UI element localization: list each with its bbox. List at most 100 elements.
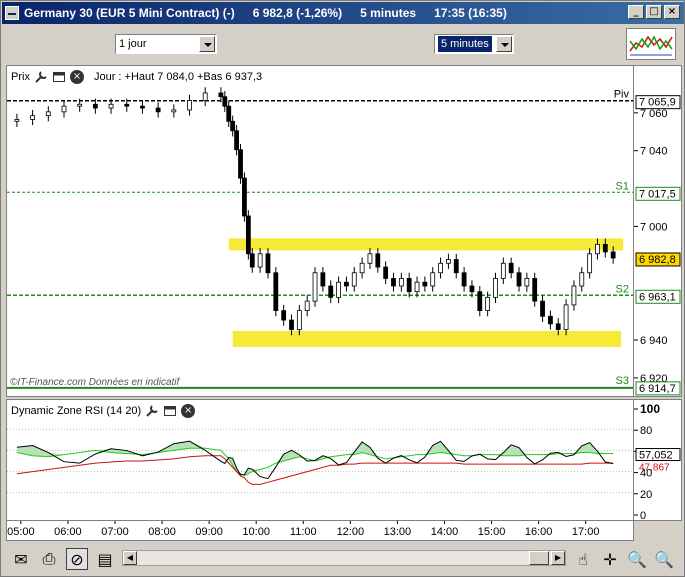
- candle-body: [265, 253, 271, 274]
- maximize-button[interactable]: □: [646, 5, 662, 19]
- candle-body: [61, 105, 67, 113]
- candle-body: [547, 315, 553, 325]
- price-tick-label: 7 060: [640, 108, 668, 120]
- candle-body: [296, 310, 302, 330]
- bottom-toolbar: ✉ ⎙ ⊘ ▤ ◀ ▶ ☝ ✛ 🔍 🔍: [2, 543, 684, 576]
- time-tick-label: 11:00: [290, 526, 317, 538]
- zoom-out-icon[interactable]: 🔍: [626, 548, 648, 570]
- price-panel-info: Jour : +Haut 7 084,0 +Bas 6 937,3: [93, 71, 263, 83]
- chevron-down-icon[interactable]: [199, 36, 215, 52]
- candle-body: [230, 120, 236, 132]
- pivot-value: 7 065,9: [639, 97, 676, 109]
- candle-body: [461, 272, 467, 287]
- chart-scrollbar[interactable]: ◀ ▶: [122, 550, 566, 566]
- time-tick-label: 16:00: [525, 526, 553, 538]
- candle-body: [367, 253, 373, 264]
- window-icon[interactable]: [163, 404, 177, 418]
- candle-body: [108, 103, 114, 109]
- candle-body: [187, 100, 192, 111]
- rsi-green-value: 57,052: [639, 450, 673, 462]
- candle-body: [155, 107, 161, 113]
- candle-body: [320, 272, 326, 287]
- title-instrument: Germany 30 (EUR 5 Mini Contract) (-): [24, 6, 235, 20]
- highlight-zone-upper: [228, 238, 624, 251]
- candle-body: [202, 92, 208, 101]
- reset-icon[interactable]: ⊘: [66, 548, 88, 570]
- indicators-button[interactable]: [626, 28, 676, 60]
- candle-body: [469, 285, 475, 293]
- timeframe-select[interactable]: 5 minutes: [434, 34, 514, 54]
- s1-value: 7 017,5: [639, 188, 676, 200]
- scroll-thumb[interactable]: [529, 551, 549, 565]
- window-icon[interactable]: [52, 70, 66, 84]
- print-icon[interactable]: ⎙: [38, 548, 60, 570]
- clipboard-icon[interactable]: ▤: [94, 548, 116, 570]
- candle-body: [336, 281, 341, 298]
- candle-body: [532, 278, 538, 302]
- candle-body: [312, 272, 318, 302]
- chevron-down-icon[interactable]: [496, 36, 512, 52]
- price-panel-label: Prix: [11, 71, 30, 83]
- chart-window: Germany 30 (EUR 5 Mini Contract) (-) 6 9…: [0, 0, 685, 577]
- close-panel-icon[interactable]: ×: [69, 70, 84, 84]
- candle-body: [222, 96, 228, 107]
- wrench-icon[interactable]: [34, 70, 48, 84]
- candle-body: [587, 253, 593, 274]
- title-bar[interactable]: Germany 30 (EUR 5 Mini Contract) (-) 6 9…: [2, 2, 684, 24]
- candle-body: [524, 278, 530, 287]
- scroll-right-button[interactable]: ▶: [551, 551, 565, 565]
- rsi-panel[interactable]: Dynamic Zone RSI (14 20) ×: [6, 399, 634, 521]
- title-price: 6 982,8 (-1,26%): [252, 6, 343, 20]
- price-axis: 7 060 7 040 7 000 6 940 6 920 7 065,9 7 017,5 6…: [634, 65, 682, 397]
- rsi-panel-header: Dynamic Zone RSI (14 20) ×: [11, 403, 196, 419]
- time-tick-label: 15:00: [478, 526, 506, 538]
- price-tick-label: 7 040: [640, 146, 668, 158]
- candle-body: [477, 291, 483, 312]
- title-timeframe: 5 minutes: [360, 6, 417, 20]
- candle-body: [579, 272, 585, 287]
- s3-value: 6 914,7: [639, 383, 676, 395]
- candle-body: [375, 253, 381, 268]
- candle-body: [446, 259, 451, 264]
- candle-body: [257, 253, 263, 268]
- rsi-tick-label: 20: [640, 489, 652, 501]
- rsi-tick-label: 100: [640, 402, 660, 416]
- price-panel-header: Prix × Jour : +Haut 7 084,0 +Bas 6 937,3: [11, 69, 263, 85]
- level-label-piv: Piv: [614, 89, 630, 101]
- candle-body: [453, 259, 459, 274]
- time-tick-label: 08:00: [148, 526, 176, 538]
- period-select[interactable]: 1 jour: [115, 34, 217, 54]
- candle-body: [226, 105, 232, 122]
- candle-body: [242, 177, 247, 217]
- time-tick-label: 09:00: [195, 526, 223, 538]
- candle-body: [249, 253, 255, 268]
- candle-body: [328, 285, 334, 298]
- time-tick-label: 13:00: [384, 526, 412, 538]
- candle-body: [508, 262, 514, 274]
- candle-body: [610, 251, 616, 259]
- minimize-button[interactable]: _: [628, 5, 644, 19]
- price-tick-label: 7 000: [640, 221, 668, 233]
- crosshair-zoom-icon[interactable]: ✛: [599, 548, 621, 570]
- candle-body: [30, 115, 36, 120]
- wrench-icon[interactable]: [145, 404, 159, 418]
- candle-body: [383, 266, 389, 279]
- scroll-left-button[interactable]: ◀: [123, 551, 137, 565]
- close-panel-icon[interactable]: ×: [181, 404, 196, 418]
- candle-body: [45, 111, 51, 117]
- close-window-button[interactable]: ×: [664, 5, 680, 19]
- candle-body: [273, 272, 279, 312]
- hand-cursor-icon[interactable]: ☝: [572, 548, 594, 570]
- candle-body: [344, 281, 349, 287]
- candle-body: [563, 304, 569, 330]
- candle-body: [555, 323, 561, 330]
- time-tick-label: 06:00: [54, 526, 82, 538]
- candle-body: [245, 215, 251, 255]
- price-panel[interactable]: Prix × Jour : +Haut 7 084,0 +Bas 6 937,3…: [6, 65, 634, 397]
- candle-body: [430, 272, 436, 287]
- candle-body: [414, 281, 420, 293]
- email-icon[interactable]: ✉: [10, 548, 32, 570]
- candle-body: [124, 103, 130, 107]
- candle-body: [92, 103, 98, 109]
- zoom-in-icon[interactable]: 🔍: [653, 548, 675, 570]
